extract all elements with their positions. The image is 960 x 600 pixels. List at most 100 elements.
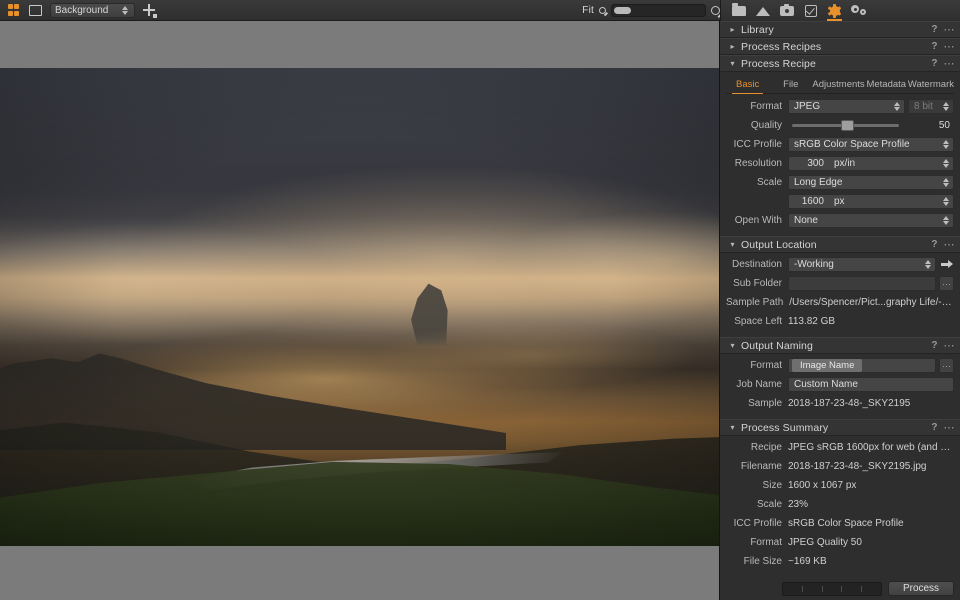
section-header-output-naming[interactable]: ▾ Output Naming ? ⋯ [720, 337, 960, 354]
tab-watermark[interactable]: Watermark [908, 75, 954, 93]
subfolder-input[interactable] [788, 276, 936, 291]
chevron-updown-icon [942, 157, 951, 170]
progress-segment [783, 585, 803, 592]
value-summary-scale: 23% [788, 499, 809, 510]
chevron-down-icon: ▾ [730, 340, 735, 350]
subfolder-browse-button[interactable]: ⋯ [939, 276, 954, 291]
quality-slider-handle[interactable] [841, 120, 855, 131]
quality-slider[interactable] [792, 120, 899, 131]
section-title-process-summary: Process Summary [741, 421, 829, 434]
help-icon-output-naming[interactable]: ? [931, 340, 943, 351]
row-destination: Destination -Working [726, 256, 954, 273]
tab-adjustments[interactable]: Adjustments [812, 75, 864, 93]
magnifier-small-icon[interactable] [599, 7, 609, 16]
format-select-value: JPEG [794, 101, 821, 112]
value-summary-size: 1600 x 1067 px [788, 480, 857, 491]
row-resolution: Resolution 300 px/in [726, 155, 954, 172]
resolution-field[interactable]: 300 px/in [788, 156, 954, 171]
more-menu-output-location[interactable]: ⋯ [944, 239, 956, 250]
quality-value[interactable]: 50 [906, 120, 954, 131]
help-icon-output-location[interactable]: ? [931, 239, 943, 250]
scale-amount-field[interactable]: 1600 px [788, 194, 954, 209]
background-select[interactable]: Background [50, 2, 135, 18]
more-menu-library[interactable]: ⋯ [944, 24, 956, 35]
destination-select[interactable]: -Working [788, 257, 936, 272]
chevron-updown-icon [942, 138, 951, 151]
job-name-input[interactable]: Custom Name [788, 377, 954, 392]
row-open-with: Open With None [726, 212, 954, 229]
open-with-select[interactable]: None [788, 213, 954, 228]
section-header-process-summary[interactable]: ▾ Process Summary ? ⋯ [720, 419, 960, 436]
scale-select[interactable]: Long Edge [788, 175, 954, 190]
add-variant-icon[interactable] [142, 3, 157, 18]
label-summary-filename: Filename [740, 461, 782, 472]
naming-format-input[interactable]: Image Name [788, 358, 936, 373]
tab-file[interactable]: File [769, 75, 812, 93]
summary-row-format: Format JPEG Quality 50 [726, 534, 954, 551]
label-summary-format: Format [750, 537, 782, 548]
scale-amount-value: 1600 [801, 196, 824, 207]
label-summary-file-size: File Size [743, 556, 782, 567]
goto-folder-icon[interactable] [939, 257, 954, 272]
section-header-output-location[interactable]: ▾ Output Location ? ⋯ [720, 236, 960, 253]
label-naming-format: Format [750, 360, 782, 371]
library-icon[interactable] [731, 3, 746, 18]
zoom-controls: Fit [582, 0, 723, 21]
help-icon-library[interactable]: ? [931, 24, 943, 35]
progress-segment [862, 586, 881, 592]
progress-segment [803, 585, 823, 592]
format-select[interactable]: JPEG [788, 99, 905, 114]
naming-token-image-name[interactable]: Image Name [792, 358, 863, 373]
row-job-name: Job Name Custom Name [726, 376, 954, 393]
magnifier-large-icon[interactable] [711, 6, 723, 18]
zoom-slider-handle[interactable] [614, 7, 631, 14]
row-quality: Quality 50 [726, 117, 954, 134]
tool-tab-icons [720, 0, 960, 21]
naming-sample-value: 2018-187-23-48-_SKY2195 [788, 398, 911, 409]
chevron-updown-icon [942, 100, 951, 113]
tab-basic[interactable]: Basic [726, 75, 769, 94]
settings-gears-icon[interactable] [851, 3, 866, 18]
value-summary-format: JPEG Quality 50 [788, 537, 862, 548]
summary-row-scale: Scale 23% [726, 496, 954, 513]
icc-profile-select[interactable]: sRGB Color Space Profile [788, 137, 954, 152]
application-window: Background Fit ▸ Library ? ⋯ ▸ Process R… [0, 0, 960, 600]
section-header-process-recipes[interactable]: ▸ Process Recipes ? ⋯ [720, 38, 960, 55]
help-icon-process-summary[interactable]: ? [931, 422, 943, 433]
bit-depth-select: 8 bit [908, 99, 954, 114]
grid-icon[interactable] [6, 3, 21, 17]
section-header-library[interactable]: ▸ Library ? ⋯ [720, 21, 960, 38]
image-viewer[interactable] [0, 21, 720, 600]
label-format: Format [750, 101, 782, 112]
tab-metadata[interactable]: Metadata [865, 75, 908, 93]
background-select-value: Background [55, 4, 109, 16]
rectangle-icon[interactable] [28, 3, 43, 17]
tab-watermark-label: Watermark [907, 78, 954, 90]
checkbox-icon[interactable] [803, 3, 818, 18]
section-title-library: Library [741, 23, 774, 36]
lens-correction-icon[interactable] [755, 3, 770, 18]
more-menu-process-summary[interactable]: ⋯ [944, 422, 956, 433]
section-header-process-recipe[interactable]: ▾ Process Recipe ? ⋯ [720, 55, 960, 72]
more-menu-output-naming[interactable]: ⋯ [944, 340, 956, 351]
output-tool-panel: ▸ Library ? ⋯ ▸ Process Recipes ? ⋯ ▾ Pr… [720, 21, 960, 600]
photo-preview[interactable] [0, 68, 719, 546]
help-icon-process-recipes[interactable]: ? [931, 41, 943, 52]
camera-icon[interactable] [779, 3, 794, 18]
row-naming-sample: Sample 2018-187-23-48-_SKY2195 [726, 395, 954, 412]
zoom-slider[interactable] [611, 4, 706, 17]
label-job-name: Job Name [736, 379, 782, 390]
output-naming-body: Format Image Name ⋯ Job Name Custom Name… [720, 354, 960, 419]
chevron-right-icon: ▸ [730, 24, 735, 34]
row-naming-format: Format Image Name ⋯ [726, 357, 954, 374]
output-location-body: Destination -Working Sub Folder ⋯ Sample… [720, 253, 960, 337]
help-icon-process-recipe[interactable]: ? [931, 58, 943, 69]
gear-icon[interactable] [827, 3, 842, 21]
value-summary-recipe: JPEG sRGB 1600px for web (and 3 more) [788, 442, 954, 453]
naming-format-browse-button[interactable]: ⋯ [939, 358, 954, 373]
more-menu-process-recipe[interactable]: ⋯ [944, 58, 956, 69]
more-menu-process-recipes[interactable]: ⋯ [944, 41, 956, 52]
process-button[interactable]: Process [888, 581, 954, 596]
label-subfolder: Sub Folder [733, 278, 782, 289]
destination-value: -Working [794, 259, 834, 270]
